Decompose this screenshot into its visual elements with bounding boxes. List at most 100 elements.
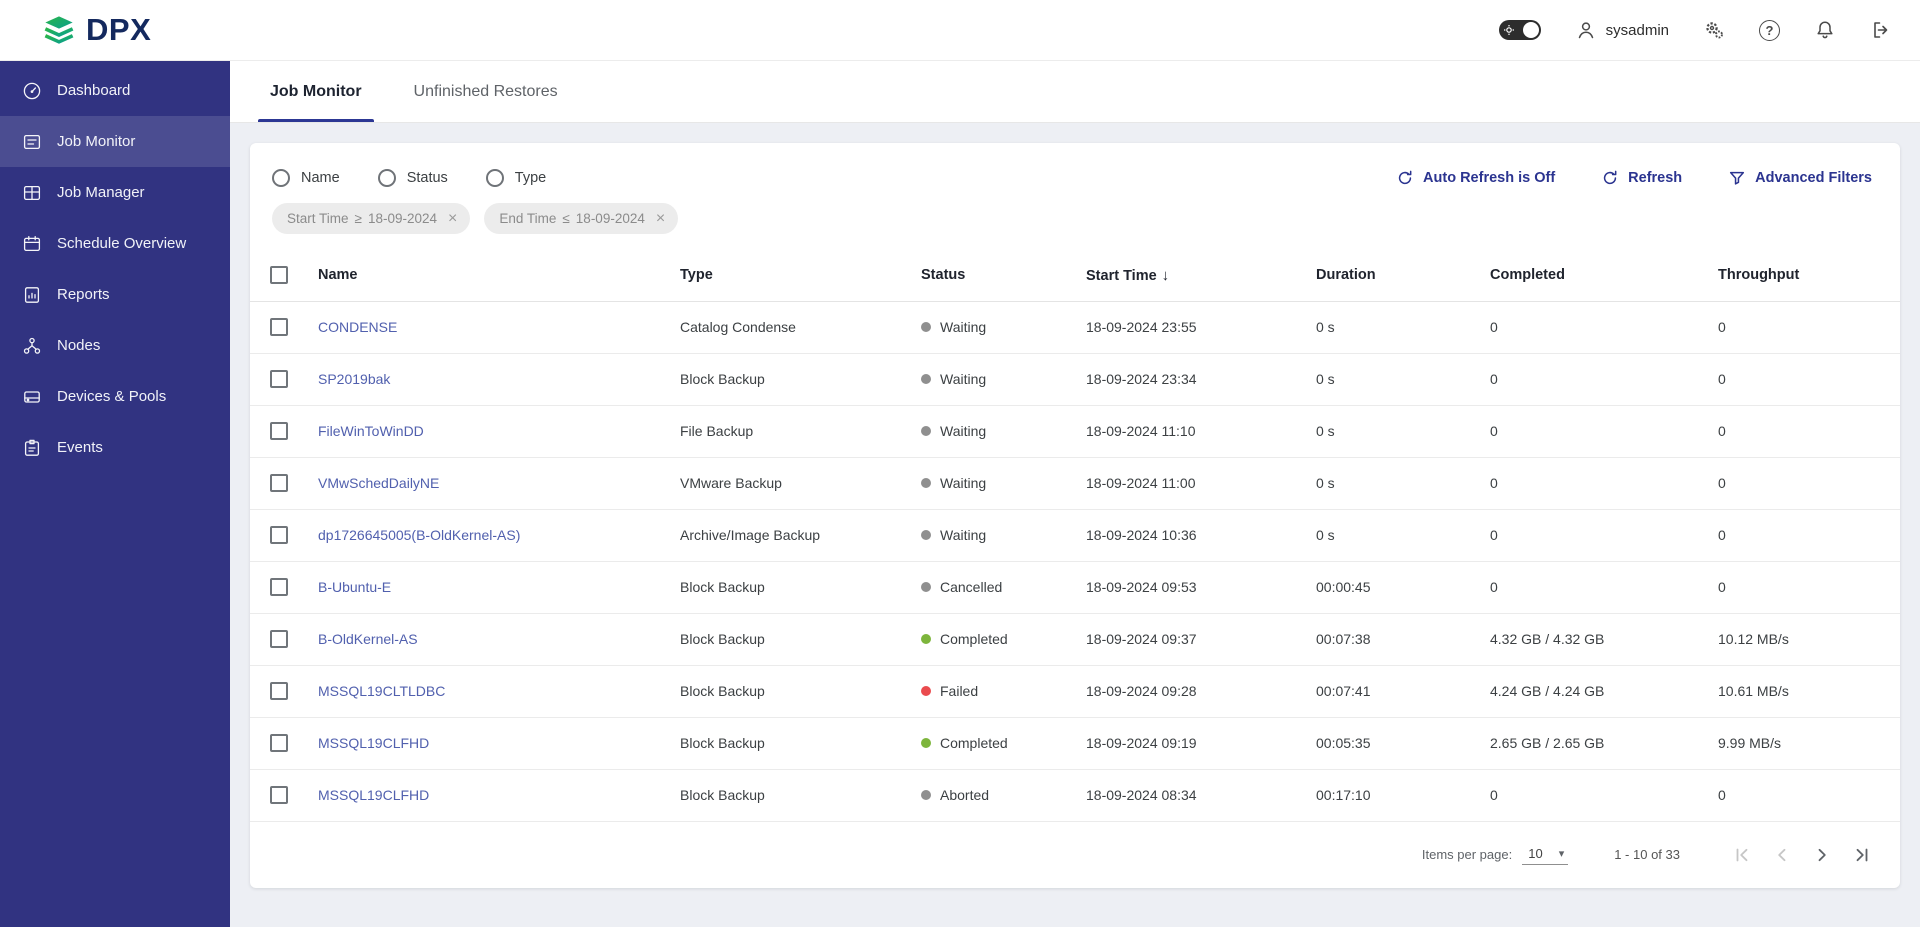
sidebar-item-dashboard[interactable]: Dashboard (0, 65, 230, 116)
next-page-button[interactable] (1804, 837, 1840, 873)
help-button[interactable]: ? (1759, 19, 1780, 41)
column-header-start-time[interactable]: Start Time ↓ (1074, 250, 1304, 302)
column-header-throughput[interactable]: Throughput (1706, 250, 1900, 302)
status-dot-icon (921, 634, 931, 644)
job-name-link[interactable]: dp1726645005(B-OldKernel-AS) (318, 527, 520, 543)
job-name-link[interactable]: CONDENSE (318, 319, 397, 335)
chip-value: 18-09-2024 (367, 211, 437, 226)
auto-refresh-button[interactable]: Auto Refresh is Off (1396, 169, 1555, 187)
logo-text: DPX (86, 12, 152, 47)
row-checkbox[interactable] (270, 526, 288, 545)
table-row[interactable]: B-OldKernel-AS Block Backup Completed 18… (250, 613, 1900, 666)
theme-toggle[interactable] (1498, 20, 1541, 40)
completed-cell: 0 (1478, 353, 1706, 406)
table-row[interactable]: FileWinToWinDD File Backup Waiting 18-09… (250, 405, 1900, 458)
toolbar-actions: Auto Refresh is Off Refresh Advanced Fil… (1396, 169, 1872, 187)
logout-button[interactable] (1870, 19, 1892, 41)
table-row[interactable]: CONDENSE Catalog Condense Waiting 18-09-… (250, 301, 1900, 354)
first-page-button[interactable] (1724, 837, 1760, 873)
tab-job-monitor[interactable]: Job Monitor (244, 61, 388, 122)
radio-circle-icon (377, 169, 396, 187)
column-header-type[interactable]: Type (668, 250, 909, 302)
row-checkbox[interactable] (270, 786, 288, 805)
job-name-link[interactable]: VMwSchedDailyNE (318, 475, 439, 491)
last-page-button[interactable] (1844, 837, 1880, 873)
table-row[interactable]: MSSQL19CLFHD Block Backup Completed 18-0… (250, 717, 1900, 770)
row-checkbox[interactable] (270, 370, 288, 389)
start-time-cell: 18-09-2024 23:34 (1074, 353, 1304, 406)
completed-cell: 0 (1478, 509, 1706, 562)
status-cell: Completed (909, 613, 1074, 666)
job-name-link[interactable]: MSSQL19CLTLDBC (318, 683, 445, 699)
status-dot-icon (921, 582, 931, 592)
row-checkbox[interactable] (270, 318, 288, 337)
select-all-checkbox[interactable] (270, 266, 288, 285)
radio-name[interactable]: Name (272, 169, 340, 187)
dpx-logo[interactable]: DPX (42, 12, 151, 48)
row-checkbox[interactable] (270, 422, 288, 441)
row-checkbox[interactable] (270, 734, 288, 753)
status-cell: Completed (909, 717, 1074, 770)
status-dot-icon (921, 322, 931, 332)
sidebar-item-devices-pools[interactable]: Devices & Pools (0, 371, 230, 422)
job-name-link[interactable]: SP2019bak (318, 371, 390, 387)
sidebar-item-nodes[interactable]: Nodes (0, 320, 230, 371)
filter-chip-end-time[interactable]: End Time ≤ 18-09-2024 × (484, 203, 679, 234)
table-row[interactable]: VMwSchedDailyNE VMware Backup Waiting 18… (250, 457, 1900, 510)
status-cell: Waiting (909, 301, 1074, 354)
table-row[interactable]: dp1726645005(B-OldKernel-AS) Archive/Ima… (250, 509, 1900, 562)
filter-funnel-icon (1730, 171, 1745, 185)
page-range-label: 1 - 10 of 33 (1614, 847, 1680, 862)
items-per-page-select[interactable]: 10 ▾ (1522, 844, 1569, 865)
toggle-knob (1522, 22, 1539, 38)
row-checkbox[interactable] (270, 630, 288, 649)
sort-desc-icon[interactable]: ↓ (1162, 267, 1170, 284)
column-header-completed[interactable]: Completed (1478, 250, 1706, 302)
close-icon[interactable]: × (656, 210, 665, 227)
advanced-filters-button[interactable]: Advanced Filters (1728, 169, 1872, 187)
dpx-logo-icon (44, 16, 74, 44)
job-name-link[interactable]: FileWinToWinDD (318, 423, 424, 439)
sidebar-item-reports[interactable]: Reports (0, 269, 230, 320)
sidebar-item-schedule-overview[interactable]: Schedule Overview (0, 218, 230, 269)
help-icon: ? (1759, 19, 1780, 41)
job-name-link[interactable]: MSSQL19CLFHD (318, 787, 429, 803)
column-header-name[interactable]: Name (306, 250, 668, 302)
job-name-link[interactable]: B-Ubuntu-E (318, 579, 391, 595)
tab-unfinished-restores[interactable]: Unfinished Restores (388, 61, 584, 122)
filter-chip-start-time[interactable]: Start Time ≥ 18-09-2024 × (272, 203, 471, 234)
settings-button[interactable] (1703, 19, 1725, 41)
table-row[interactable]: B-Ubuntu-E Block Backup Cancelled 18-09-… (250, 561, 1900, 614)
job-name-link[interactable]: MSSQL19CLFHD (318, 735, 429, 751)
job-type-cell: Block Backup (668, 561, 909, 614)
table-row[interactable]: MSSQL19CLTLDBC Block Backup Failed 18-09… (250, 665, 1900, 718)
row-checkbox[interactable] (270, 474, 288, 493)
sidebar-item-job-monitor[interactable]: Job Monitor (0, 116, 230, 167)
notifications-button[interactable] (1814, 19, 1836, 41)
last-page-icon (1856, 848, 1868, 861)
row-checkbox[interactable] (270, 682, 288, 701)
sidebar-item-job-manager[interactable]: Job Manager (0, 167, 230, 218)
sidebar: Dashboard Job Monitor Job Manager Schedu… (0, 61, 230, 927)
table-row[interactable]: MSSQL19CLFHD Block Backup Aborted 18-09-… (250, 769, 1900, 822)
column-header-duration[interactable]: Duration (1304, 250, 1478, 302)
start-time-cell: 18-09-2024 09:53 (1074, 561, 1304, 614)
throughput-cell: 0 (1706, 301, 1900, 354)
table-row[interactable]: SP2019bak Block Backup Waiting 18-09-202… (250, 353, 1900, 406)
items-per-page-label: Items per page: (1421, 847, 1513, 862)
column-header-status[interactable]: Status (909, 250, 1074, 302)
close-icon[interactable]: × (448, 210, 457, 227)
sidebar-item-events[interactable]: Events (0, 422, 230, 473)
chip-label: End Time ≤ 18-09-2024 (499, 211, 645, 226)
sidebar-item-label: Nodes (57, 337, 101, 354)
start-time-cell: 18-09-2024 10:36 (1074, 509, 1304, 562)
refresh-button[interactable]: Refresh (1601, 169, 1682, 187)
status-label: Waiting (940, 423, 987, 439)
user-menu[interactable]: sysadmin (1575, 19, 1669, 41)
radio-type[interactable]: Type (485, 169, 546, 187)
radio-status[interactable]: Status (377, 169, 448, 187)
row-checkbox[interactable] (270, 578, 288, 597)
job-name-link[interactable]: B-OldKernel-AS (318, 631, 418, 647)
job-type-cell: Catalog Condense (668, 301, 909, 354)
previous-page-button[interactable] (1764, 837, 1800, 873)
